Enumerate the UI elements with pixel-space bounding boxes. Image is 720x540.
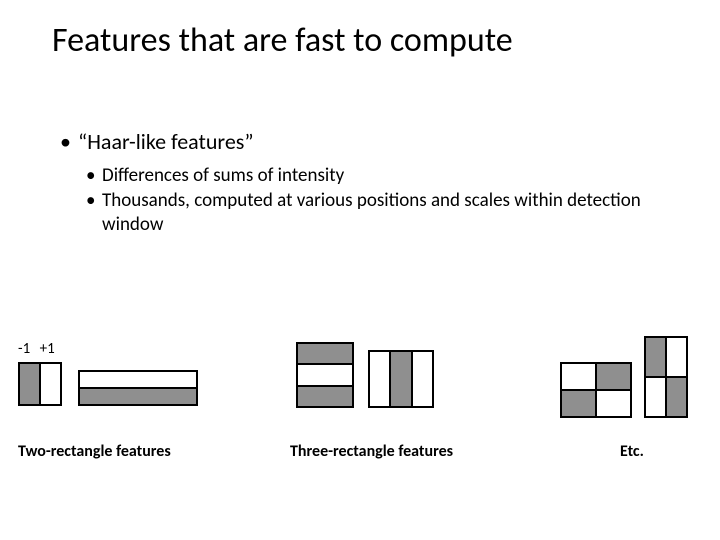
caption-two: Two-rectangle features xyxy=(18,442,171,461)
bullet-dot: • xyxy=(86,189,102,213)
feature-four-b xyxy=(644,336,688,418)
bullet-dot: • xyxy=(60,128,78,156)
bullet-text: Differences of sums of intensity xyxy=(102,164,344,188)
feature-three-a xyxy=(296,342,354,408)
feature-two-b xyxy=(78,370,198,406)
caption-etc: Etc. xyxy=(620,442,644,461)
legend-minus: -1 xyxy=(18,340,30,358)
caption-three: Three-rectangle features xyxy=(290,442,453,461)
bullet-text: “Haar-like features” xyxy=(78,128,254,156)
bullet-dot: • xyxy=(86,164,102,188)
feature-four-a xyxy=(560,362,632,418)
bullet-list: • “Haar-like features” • Differences of … xyxy=(60,128,660,239)
bullet-level2: • Differences of sums of intensity xyxy=(86,164,660,188)
feature-two-a xyxy=(18,362,62,406)
slide: Features that are fast to compute • “Haa… xyxy=(0,0,720,540)
slide-title: Features that are fast to compute xyxy=(52,20,513,61)
bullet-level2: • Thousands, computed at various positio… xyxy=(86,189,660,237)
bullet-text: Thousands, computed at various positions… xyxy=(102,189,660,237)
bullet-level1: • “Haar-like features” xyxy=(60,128,660,156)
legend-plus: +1 xyxy=(40,340,55,358)
legend: -1 +1 xyxy=(18,340,55,358)
feature-three-b xyxy=(368,350,434,408)
